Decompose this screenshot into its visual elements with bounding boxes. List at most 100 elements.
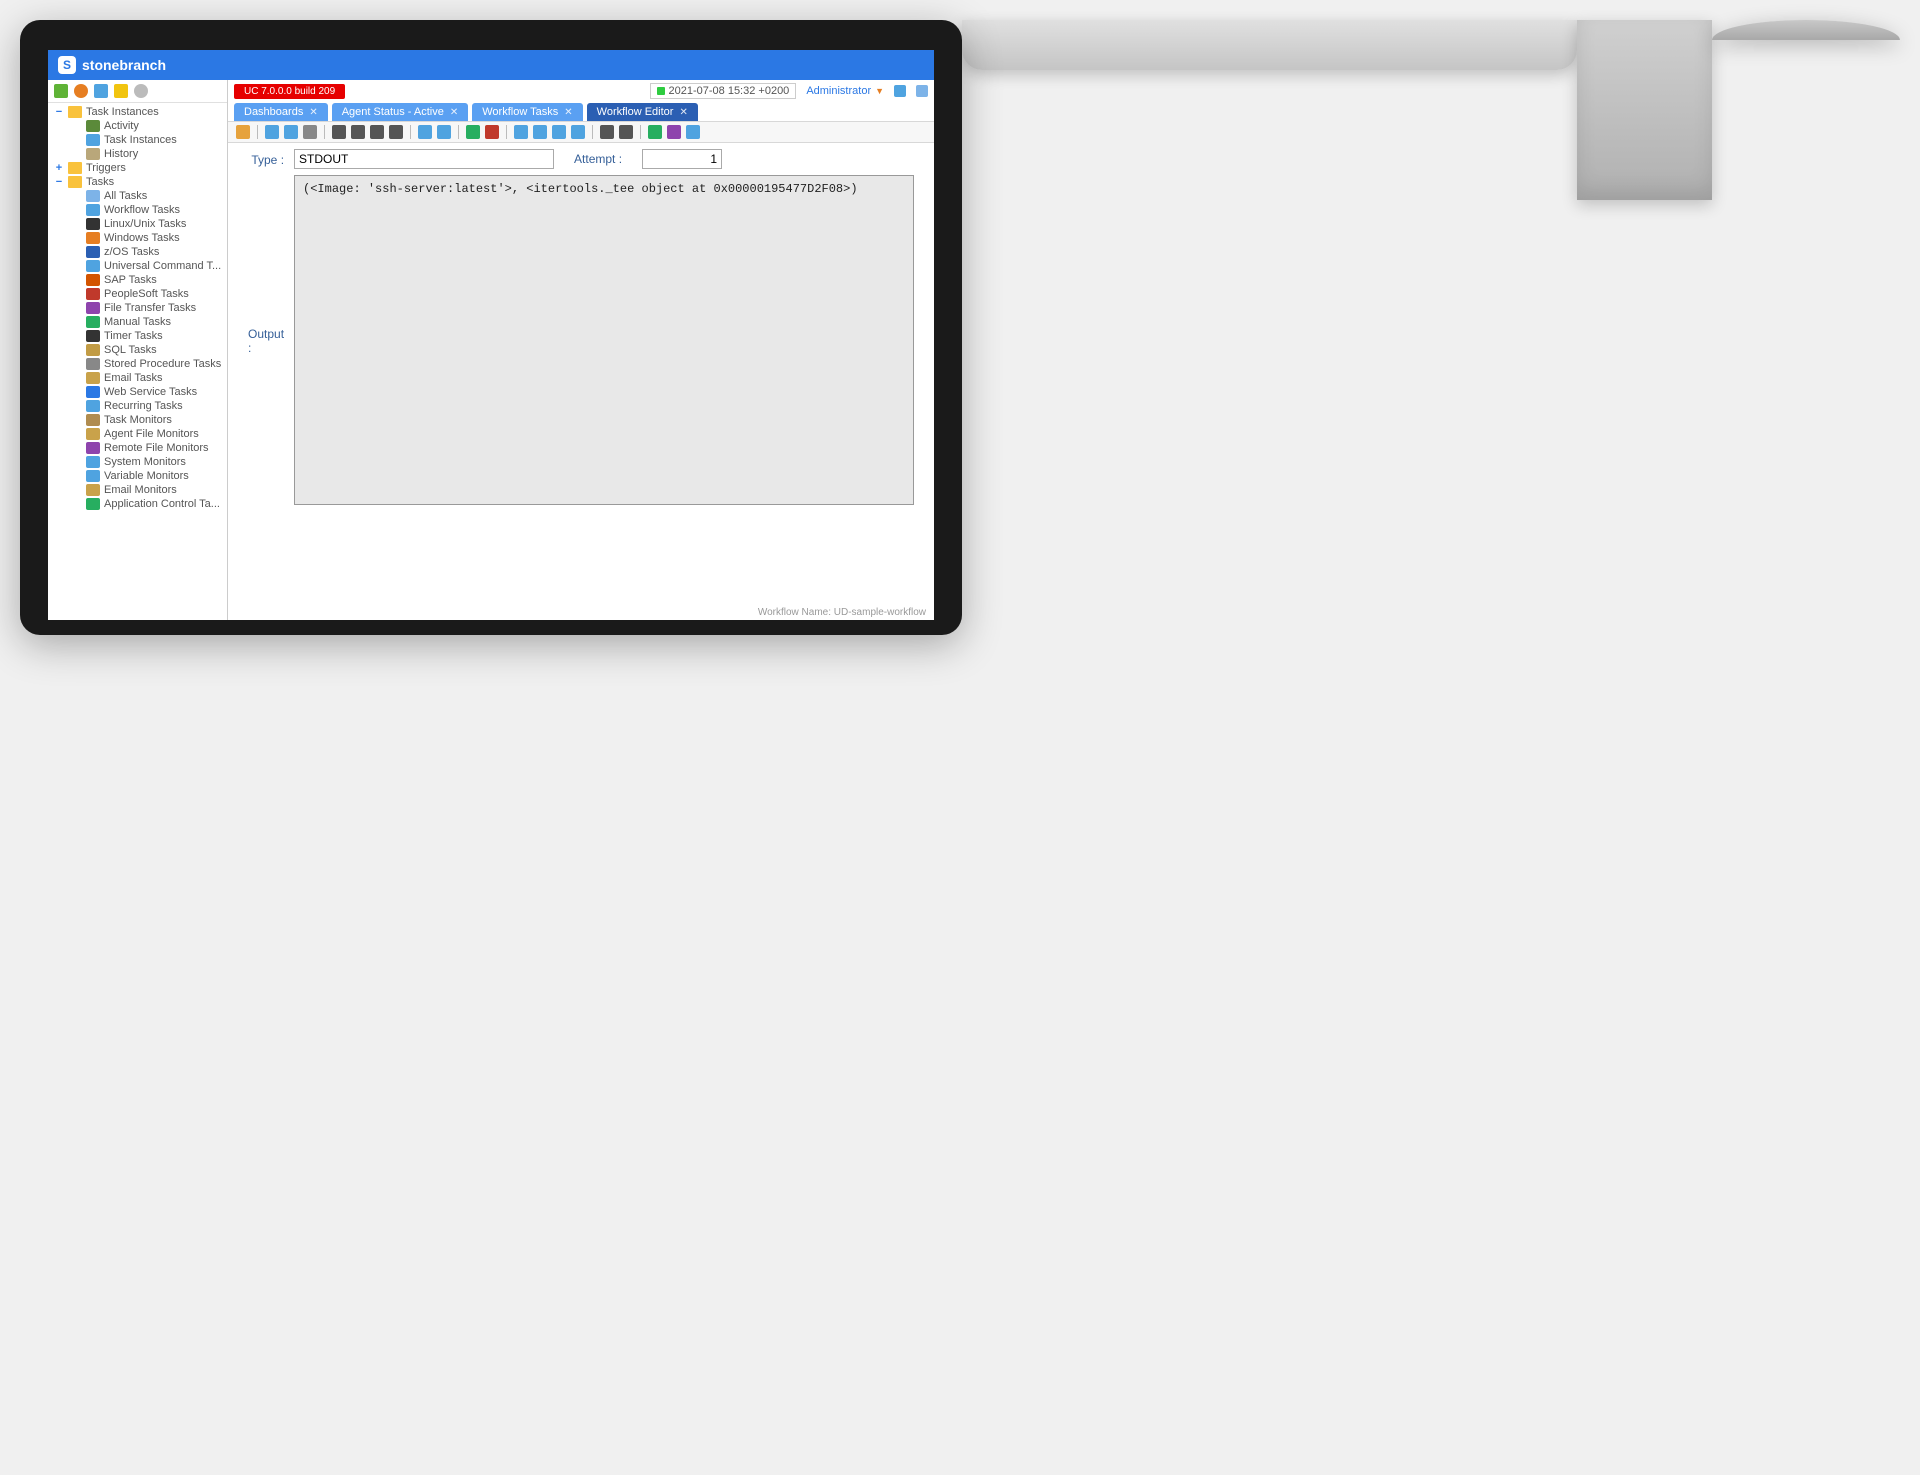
tree-leaf[interactable]: SAP Tasks — [48, 273, 227, 287]
tree-label: Tasks — [86, 176, 114, 188]
zoom-100-icon[interactable] — [571, 125, 585, 139]
globe-icon[interactable] — [74, 84, 88, 98]
delete-icon[interactable] — [485, 125, 499, 139]
tab[interactable]: Agent Status - Active ✕ — [332, 103, 469, 121]
grid-icon[interactable] — [600, 125, 614, 139]
editor-toolbar — [228, 121, 934, 143]
tree-leaf[interactable]: Application Control Ta... — [48, 497, 227, 511]
tree-leaf[interactable]: File Transfer Tasks — [48, 301, 227, 315]
user-menu[interactable]: Administrator ▼ — [806, 85, 884, 97]
task-type-icon — [86, 190, 100, 202]
tree-leaf[interactable]: Variable Monitors — [48, 469, 227, 483]
zoom-in-icon[interactable] — [514, 125, 528, 139]
window-icon[interactable] — [916, 85, 928, 97]
tree-leaf[interactable]: Task Monitors — [48, 413, 227, 427]
tree-leaf[interactable]: Manual Tasks — [48, 315, 227, 329]
undo-icon[interactable] — [418, 125, 432, 139]
tree-leaf[interactable]: Windows Tasks — [48, 231, 227, 245]
tree-leaf[interactable]: SQL Tasks — [48, 343, 227, 357]
tree-group[interactable]: − Tasks — [48, 175, 227, 189]
help-icon[interactable] — [894, 85, 906, 97]
save-all-icon[interactable] — [284, 125, 298, 139]
tree-label: Task Instances — [104, 134, 177, 146]
tree-label: Agent File Monitors — [104, 428, 199, 440]
tree-leaf[interactable]: z/OS Tasks — [48, 245, 227, 259]
tree-leaf[interactable]: Timer Tasks — [48, 329, 227, 343]
tree-leaf[interactable]: Web Service Tasks — [48, 385, 227, 399]
type-input[interactable] — [294, 149, 554, 169]
output-textarea[interactable]: (<Image: 'ssh-server:latest'>, <itertool… — [294, 175, 914, 505]
tree-leaf[interactable]: Workflow Tasks — [48, 203, 227, 217]
grid-icon[interactable] — [54, 84, 68, 98]
tree-label: Linux/Unix Tasks — [104, 218, 186, 230]
tree-leaf[interactable]: Email Monitors — [48, 483, 227, 497]
refresh-icon[interactable] — [648, 125, 662, 139]
print-icon[interactable] — [303, 125, 317, 139]
pointer-icon[interactable] — [332, 125, 346, 139]
tree-label: System Monitors — [104, 456, 186, 468]
task-type-icon — [86, 330, 100, 342]
tree-group[interactable]: +Triggers — [48, 161, 227, 175]
separator — [324, 125, 325, 139]
zoom-out-icon[interactable] — [533, 125, 547, 139]
task-type-icon — [86, 260, 100, 272]
tree-leaf[interactable]: Linux/Unix Tasks — [48, 217, 227, 231]
tab[interactable]: Dashboards✕ — [234, 103, 328, 121]
close-icon[interactable]: ✕ — [564, 107, 572, 118]
tree-leaf[interactable]: Activity — [48, 119, 227, 133]
line-icon[interactable] — [389, 125, 403, 139]
tree-toggle-icon[interactable]: − — [54, 176, 64, 188]
tree-label: Activity — [104, 120, 139, 132]
tree-leaf[interactable]: Recurring Tasks — [48, 399, 227, 413]
tab-label: Workflow Tasks — [482, 106, 558, 118]
tree-group[interactable]: −Task Instances — [48, 105, 227, 119]
tree-leaf[interactable]: Universal Command T... — [48, 259, 227, 273]
up-arrow-icon[interactable] — [236, 125, 250, 139]
tree-view-icon[interactable] — [619, 125, 633, 139]
save-icon[interactable] — [265, 125, 279, 139]
close-icon[interactable]: ✕ — [309, 107, 317, 118]
tab-label: Agent Status - Active — [342, 106, 444, 118]
task-type-icon — [86, 274, 100, 286]
validate-icon[interactable] — [667, 125, 681, 139]
separator — [592, 125, 593, 139]
separator — [410, 125, 411, 139]
statusbar: Workflow Name: UD-sample-workflow — [228, 607, 934, 620]
tree-leaf[interactable]: System Monitors — [48, 455, 227, 469]
tree-leaf[interactable]: Task Instances — [48, 133, 227, 147]
timestamp-text: 2021-07-08 15:32 +0200 — [669, 85, 790, 97]
tree-leaf[interactable]: Email Tasks — [48, 371, 227, 385]
insert-icon[interactable] — [466, 125, 480, 139]
close-icon[interactable]: ✕ — [450, 107, 458, 118]
task-type-icon — [86, 400, 100, 412]
apps-icon[interactable] — [114, 84, 128, 98]
task-type-icon — [86, 316, 100, 328]
tree-leaf[interactable]: PeopleSoft Tasks — [48, 287, 227, 301]
tree-label: Windows Tasks — [104, 232, 180, 244]
curve-icon[interactable] — [370, 125, 384, 139]
page-icon[interactable] — [94, 84, 108, 98]
tree-leaf[interactable]: All Tasks — [48, 189, 227, 203]
tree-label: Manual Tasks — [104, 316, 171, 328]
zoom-fit-icon[interactable] — [552, 125, 566, 139]
run-icon[interactable] — [686, 125, 700, 139]
tree-label: Application Control Ta... — [104, 498, 220, 510]
task-type-icon — [86, 302, 100, 314]
tree-toggle-icon[interactable]: − — [54, 106, 64, 118]
close-icon[interactable]: ✕ — [679, 107, 687, 118]
tab[interactable]: Workflow Editor✕ — [587, 103, 698, 121]
tree-leaf[interactable]: Remote File Monitors — [48, 441, 227, 455]
tree-leaf[interactable]: Agent File Monitors — [48, 427, 227, 441]
gear-icon[interactable] — [134, 84, 148, 98]
tree-leaf[interactable]: History — [48, 147, 227, 161]
attempt-input — [642, 149, 722, 169]
connect-line-icon[interactable] — [351, 125, 365, 139]
app-header: S stonebranch — [48, 50, 934, 80]
tab[interactable]: Workflow Tasks ✕ — [472, 103, 582, 121]
nav-tree[interactable]: −Task InstancesActivity Task InstancesHis… — [48, 103, 227, 620]
tree-toggle-icon[interactable]: + — [54, 162, 64, 174]
separator — [506, 125, 507, 139]
redo-icon[interactable] — [437, 125, 451, 139]
tree-leaf[interactable]: Stored Procedure Tasks — [48, 357, 227, 371]
separator — [640, 125, 641, 139]
